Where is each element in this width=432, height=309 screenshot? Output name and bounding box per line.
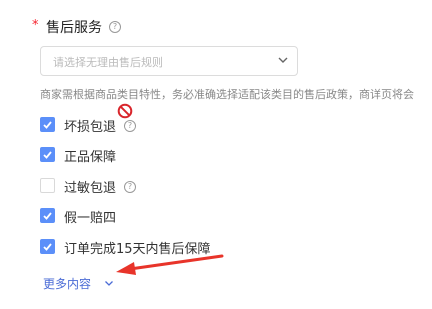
after-sale-rule-select[interactable]: 请选择无理由售后规则 <box>40 46 298 76</box>
more-content-link[interactable]: 更多内容 <box>43 275 91 292</box>
option-label: 正品保障 <box>64 150 117 165</box>
option-label: 假一赔四 <box>64 211 117 226</box>
chevron-down-icon <box>278 57 288 63</box>
checkbox-checked[interactable] <box>40 147 55 162</box>
question-circle-icon[interactable]: ? <box>109 21 121 33</box>
policy-description: 商家需根据商品类目特性，务必准确选择适配该类目的售后政策，商详页将会 <box>40 88 414 101</box>
option-allergy-return[interactable]: 过敏包退 ? <box>40 176 150 196</box>
checkbox-checked[interactable] <box>40 239 55 254</box>
section-title: 售后服务 <box>46 20 102 36</box>
checkbox-unchecked[interactable] <box>40 178 55 193</box>
no-entry-icon <box>117 103 133 119</box>
option-fake-compensation[interactable]: 假一赔四 <box>40 206 140 226</box>
checkbox-checked[interactable] <box>40 117 55 132</box>
option-label: 过敏包退 <box>64 181 117 196</box>
chevron-down-icon[interactable] <box>104 278 114 288</box>
checkbox-checked[interactable] <box>40 208 55 223</box>
question-circle-icon[interactable]: ? <box>124 120 136 132</box>
question-circle-icon[interactable]: ? <box>124 181 136 193</box>
red-arrow-icon <box>116 254 224 275</box>
option-damage-return[interactable]: 坏损包退 ? <box>40 115 150 135</box>
required-mark: * <box>32 18 39 33</box>
option-authentic-guarantee[interactable]: 正品保障 <box>40 145 140 165</box>
select-placeholder: 请选择无理由售后规则 <box>53 56 163 69</box>
option-label: 坏损包退 <box>64 120 117 135</box>
